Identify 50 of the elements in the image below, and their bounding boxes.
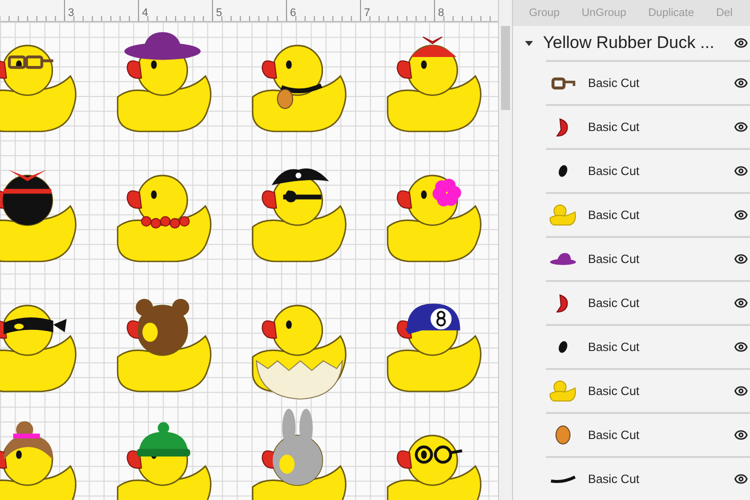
layer-name: Basic Cut	[588, 427, 640, 444]
eye-thumbnail-icon	[558, 340, 568, 354]
visibility-icon[interactable]	[734, 472, 748, 486]
visibility-icon[interactable]	[734, 252, 748, 266]
layer-row[interactable]: Basic Cut	[546, 324, 750, 368]
layer-name: Basic Cut	[588, 295, 640, 312]
beak-thumbnail-icon	[556, 118, 570, 136]
layer-name: Basic Cut	[588, 163, 640, 180]
layer-row[interactable]: Basic Cut	[546, 412, 750, 456]
ruler-label: 5	[216, 7, 222, 19]
layer-name: Basic Cut	[588, 75, 640, 92]
cheek-thumbnail-icon	[555, 425, 571, 445]
layer-group-name[interactable]: Yellow Rubber Duck ...	[543, 30, 734, 56]
eye-thumbnail-icon	[558, 164, 568, 178]
layer-name: Basic Cut	[588, 119, 640, 136]
visibility-icon[interactable]	[734, 384, 748, 398]
visibility-icon[interactable]	[734, 208, 748, 222]
layer-name: Basic Cut	[588, 339, 640, 356]
visibility-icon[interactable]	[734, 36, 748, 50]
layer-row[interactable]: Basic Cut	[546, 280, 750, 324]
ruler-label: 6	[290, 7, 296, 19]
layer-name: Basic Cut	[588, 251, 640, 268]
visibility-icon[interactable]	[734, 120, 748, 134]
ruler-label: 7	[364, 7, 370, 19]
glasses-thumbnail-icon	[550, 76, 576, 90]
caret-icon[interactable]	[525, 40, 533, 46]
body-thumbnail-icon	[549, 204, 577, 226]
ruler-label: 4	[142, 7, 148, 19]
visibility-icon[interactable]	[734, 76, 748, 90]
layer-name: Basic Cut	[588, 383, 640, 400]
visibility-icon[interactable]	[734, 296, 748, 310]
mouth-thumbnail-icon	[550, 474, 576, 484]
ruler-label: 8	[438, 7, 444, 19]
layer-name: Basic Cut	[588, 471, 640, 488]
layer-row[interactable]: Basic Cut	[546, 368, 750, 412]
layer-name: Basic Cut	[588, 207, 640, 224]
visibility-icon[interactable]	[734, 428, 748, 442]
layer-row[interactable]: Basic Cut	[546, 192, 750, 236]
layer-row[interactable]: Basic Cut	[546, 148, 750, 192]
layer-row[interactable]: Basic Cut	[546, 456, 750, 500]
hat-thumbnail-icon	[550, 252, 576, 266]
beak-thumbnail-icon	[556, 294, 570, 312]
layer-row[interactable]: Basic Cut	[546, 236, 750, 280]
scrollbar-thumb[interactable]	[501, 26, 510, 110]
layer-row[interactable]: Basic Cut	[546, 60, 750, 104]
body-thumbnail-icon	[549, 380, 577, 402]
ruler-label: 3	[68, 7, 74, 19]
visibility-icon[interactable]	[734, 340, 748, 354]
layer-row[interactable]: Basic Cut	[546, 104, 750, 148]
visibility-icon[interactable]	[734, 164, 748, 178]
